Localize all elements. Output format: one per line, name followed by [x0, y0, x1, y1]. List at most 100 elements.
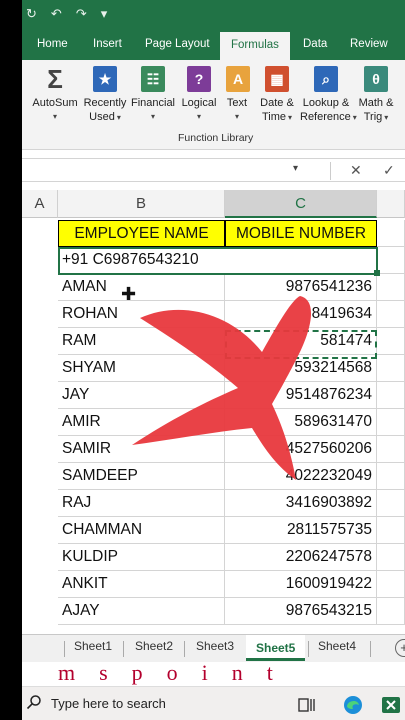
name-cell[interactable]: SHYAM [58, 355, 225, 382]
chevron-down-icon[interactable]: ▾ [130, 110, 176, 124]
name-cell[interactable]: CHAMMAN [58, 517, 225, 544]
ribbon: Function Library Σ AutoSum ▾ ★ Recently Used ▾… [0, 60, 405, 150]
mobile-cell[interactable]: 2206247578 [225, 544, 377, 571]
sheet-tab-1[interactable]: Sheet1 [74, 639, 112, 653]
name-cell[interactable]: JAY [58, 382, 225, 409]
name-cell[interactable]: KULDIP [58, 544, 225, 571]
mobile-cell[interactable]: 1600919422 [225, 571, 377, 598]
mobile-cell[interactable]: 593214568 [225, 355, 377, 382]
mobile-cell[interactable]: 9876543215 [225, 598, 377, 625]
table-row: AMIR 589631470 [58, 409, 405, 436]
sheet-tab-3[interactable]: Sheet3 [196, 639, 234, 653]
chevron-down-icon[interactable]: ▾ [226, 110, 248, 124]
fill-handle[interactable] [374, 270, 380, 276]
cancel-entry-icon[interactable]: ✕ [350, 162, 362, 179]
ribbon-button-sublabel: Time ▾ [261, 111, 293, 123]
table-row: ROHAN 8419634 [58, 301, 405, 328]
mobile-cell[interactable]: 2811575735 [225, 517, 377, 544]
mobile-cell[interactable]: 8419634 [225, 301, 377, 328]
empty-cell[interactable] [377, 544, 405, 571]
ribbon-star-book-button[interactable]: ★ Recently Used ▾ [82, 66, 128, 125]
confirm-entry-icon[interactable]: ✓ [383, 162, 395, 179]
mobile-cell[interactable]: 9514876234 [225, 382, 377, 409]
empty-cell[interactable] [377, 409, 405, 436]
task-view-icon[interactable] [296, 694, 318, 716]
sheet-tab-4[interactable]: Sheet4 [318, 639, 356, 653]
sheet-tab-5[interactable]: Sheet5 [246, 635, 306, 661]
empty-cell[interactable] [377, 247, 405, 274]
active-cell-outline [58, 247, 378, 275]
mobile-cell[interactable]: 3416903892 [225, 490, 377, 517]
tab-formulas[interactable]: Formulas [220, 32, 290, 60]
sheet-separator [64, 641, 65, 657]
chevron-down-icon[interactable]: ▾ [384, 113, 388, 122]
name-cell[interactable]: ROHAN [58, 301, 225, 328]
empty-cell[interactable] [377, 571, 405, 598]
tab-home[interactable]: Home [37, 38, 68, 50]
search-icon[interactable] [26, 694, 42, 710]
excel-window: ↻ ↶ ↷ ▾ Home Insert Page Layout Formulas… [0, 0, 405, 720]
ribbon-magnifier-book-button[interactable]: ⌕ Lookup & Reference ▾ [300, 66, 357, 125]
header-cell-mobile-number[interactable]: MOBILE NUMBER [225, 220, 377, 247]
mobile-cell[interactable]: 4022232049 [225, 463, 377, 490]
tab-page-layout[interactable]: Page Layout [145, 38, 210, 50]
sheet-tab-2[interactable]: Sheet2 [135, 639, 173, 653]
formula-bar: ▾ ✕ ✓ [0, 158, 405, 182]
ribbon-text-a-button[interactable]: A Text ▾ [226, 66, 250, 124]
name-cell[interactable]: RAJ [58, 490, 225, 517]
name-box-dropdown-icon[interactable]: ▾ [293, 163, 298, 174]
tab-insert[interactable]: Insert [93, 38, 122, 50]
mobile-cell[interactable]: 9876541236 [225, 274, 377, 301]
undo-icon[interactable]: ↶ [51, 6, 62, 22]
header-cell-employee-name[interactable]: EMPLOYEE NAME [58, 220, 225, 247]
column-header-c[interactable]: C [225, 190, 377, 218]
name-cell[interactable]: RAM [58, 328, 225, 355]
ribbon-ledger-button[interactable]: ☷ Financial ▾ [130, 66, 176, 124]
empty-cell[interactable] [377, 436, 405, 463]
edge-browser-icon[interactable] [342, 694, 364, 716]
ribbon-theta-book-button[interactable]: θ Math & Trig ▾ [356, 66, 396, 125]
cell-cursor-icon: ✚ [121, 284, 137, 304]
title-bar: ↻ ↶ ↷ ▾ [0, 0, 405, 32]
ribbon-sigma-button[interactable]: Σ AutoSum ▾ [32, 66, 78, 124]
excel-taskbar-icon[interactable] [380, 694, 402, 716]
column-header-b[interactable]: B [58, 190, 225, 218]
name-cell[interactable]: AMIR [58, 409, 225, 436]
name-cell[interactable]: AJAY [58, 598, 225, 625]
name-cell[interactable]: SAMDEEP [58, 463, 225, 490]
taskbar-search-input[interactable]: Type here to search [51, 696, 166, 711]
ribbon-button-sublabel: Reference ▾ [300, 111, 357, 123]
chevron-down-icon[interactable]: ▾ [288, 113, 292, 122]
table-row: SHYAM 593214568 [58, 355, 405, 382]
ribbon-calendar-button[interactable]: ▦ Date & Time ▾ [258, 66, 296, 125]
name-cell[interactable]: ANKIT [58, 571, 225, 598]
name-cell[interactable]: SAMIR [58, 436, 225, 463]
empty-cell[interactable] [377, 355, 405, 382]
ribbon-question-book-button[interactable]: ? Logical ▾ [180, 66, 218, 124]
column-header-d[interactable] [377, 190, 405, 218]
chevron-down-icon[interactable]: ▾ [117, 113, 121, 122]
empty-cell[interactable] [377, 328, 405, 355]
mobile-cell[interactable]: 4527560206 [225, 436, 377, 463]
tab-review[interactable]: Review [350, 38, 388, 50]
empty-cell[interactable] [377, 517, 405, 544]
chevron-down-icon[interactable]: ▾ [180, 110, 218, 124]
mobile-cell[interactable]: 589631470 [225, 409, 377, 436]
empty-cell[interactable] [377, 301, 405, 328]
empty-cell[interactable] [377, 220, 405, 247]
empty-cell[interactable] [377, 490, 405, 517]
sheet-separator [308, 641, 309, 657]
name-cell[interactable]: AMAN [58, 274, 225, 301]
empty-cell[interactable] [377, 598, 405, 625]
empty-cell[interactable] [377, 382, 405, 409]
add-sheet-icon[interactable]: + [395, 639, 405, 657]
tab-data[interactable]: Data [303, 38, 327, 50]
empty-cell[interactable] [377, 274, 405, 301]
empty-cell[interactable] [377, 463, 405, 490]
customize-qat-icon[interactable]: ▾ [101, 6, 108, 22]
sheet-tab-bar: Sheet1 Sheet2 Sheet3 Sheet5 Sheet4 + [0, 634, 405, 662]
column-header-a[interactable]: A [22, 190, 58, 218]
redo-icon[interactable]: ↷ [76, 6, 87, 22]
chevron-down-icon[interactable]: ▾ [32, 110, 78, 124]
autosave-icon[interactable]: ↻ [26, 6, 37, 22]
